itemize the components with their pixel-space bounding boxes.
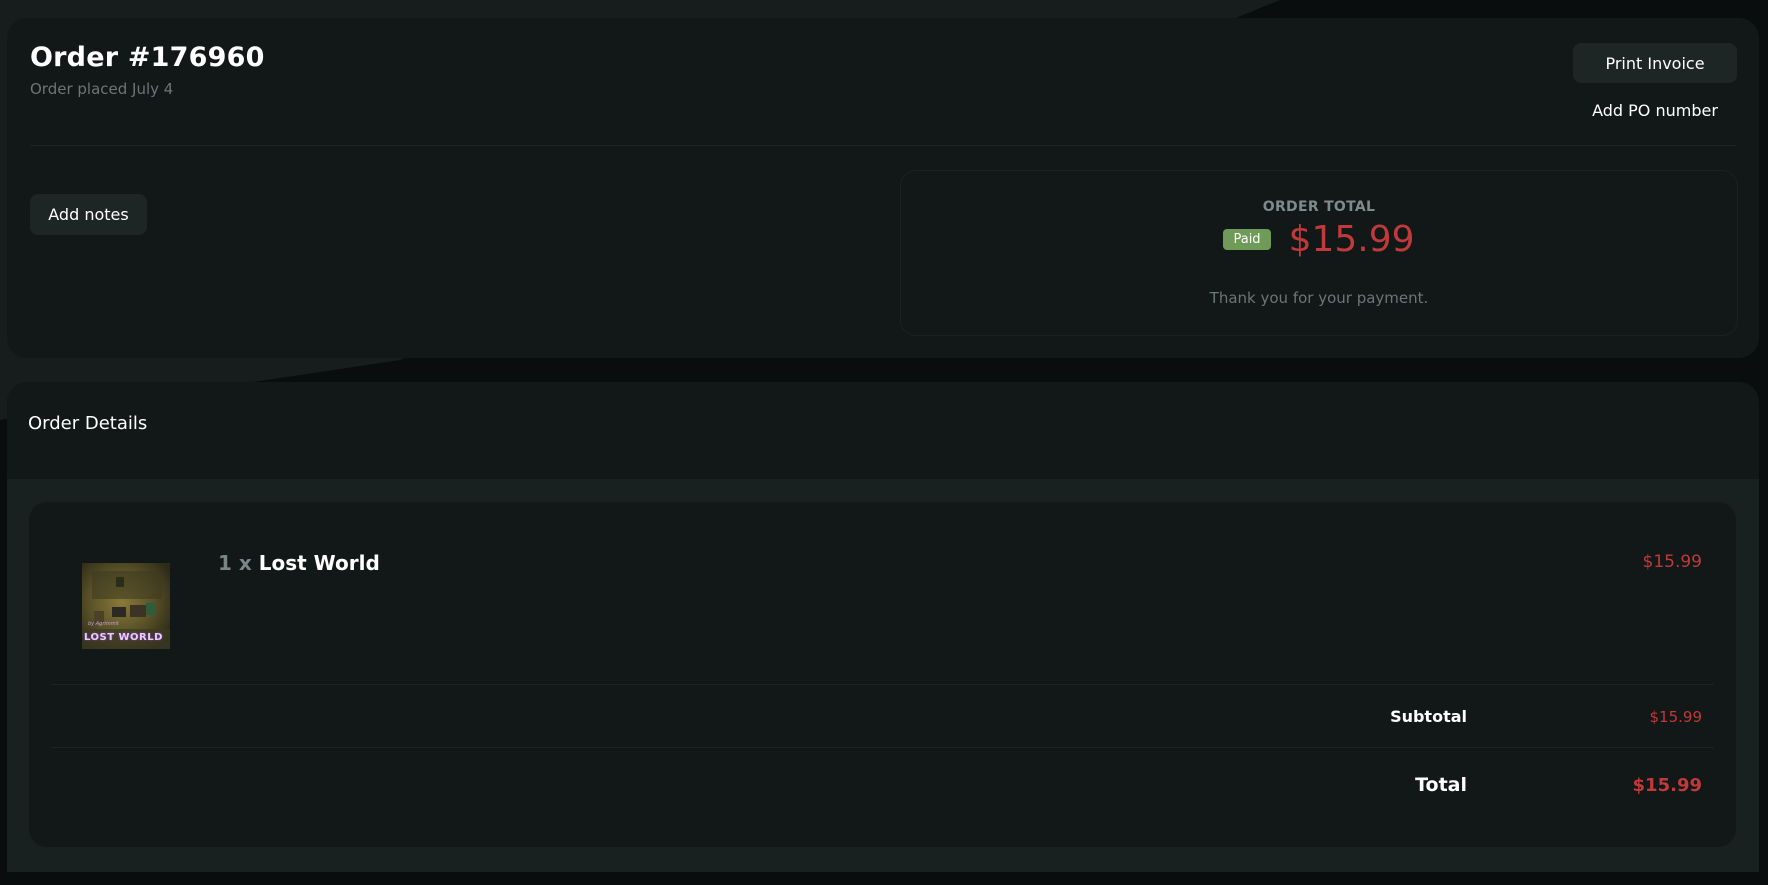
items-divider bbox=[51, 684, 1714, 685]
product-thumbnail[interactable]: by Agrimmit LOST WORLD bbox=[82, 563, 170, 649]
order-title: Order #176960 bbox=[30, 42, 265, 73]
order-header-card: Order #176960 Order placed July 4 Print … bbox=[7, 18, 1759, 358]
subtotal-label: Subtotal bbox=[1390, 707, 1467, 726]
order-total-box: ORDER TOTAL Paid $15.99 Thank you for yo… bbox=[900, 170, 1738, 336]
paid-status-badge: Paid bbox=[1223, 229, 1271, 250]
subtotal-value: $15.99 bbox=[1649, 708, 1703, 726]
order-placed-date: Order placed July 4 bbox=[30, 80, 174, 98]
print-invoice-button[interactable]: Print Invoice bbox=[1573, 43, 1737, 83]
header-divider bbox=[30, 145, 1736, 146]
product-thumbnail-title: LOST WORLD bbox=[84, 632, 163, 643]
line-item-quantity: 1 x bbox=[218, 551, 252, 575]
line-item-title: Lost World bbox=[258, 551, 380, 575]
svg-text:by Agrimmit: by Agrimmit bbox=[88, 621, 120, 627]
line-item-price: $15.99 bbox=[1642, 552, 1702, 572]
order-total-amount: $15.99 bbox=[1288, 219, 1415, 260]
order-page: Order #176960 Order placed July 4 Print … bbox=[0, 0, 1768, 885]
order-items-card: by Agrimmit LOST WORLD 1 x Lost World $1… bbox=[29, 502, 1736, 847]
order-details-card: Order Details by Agrimmit LOST WORLD 1 x… bbox=[7, 382, 1759, 872]
total-label: Total bbox=[1415, 774, 1467, 796]
add-po-number-link[interactable]: Add PO number bbox=[1573, 95, 1737, 125]
order-details-title: Order Details bbox=[28, 413, 148, 434]
total-value: $15.99 bbox=[1632, 775, 1702, 796]
line-item-name[interactable]: 1 x Lost World bbox=[218, 551, 380, 575]
payment-thanks-message: Thank you for your payment. bbox=[1209, 289, 1429, 307]
add-notes-button[interactable]: Add notes bbox=[30, 194, 147, 235]
order-total-row: Paid $15.99 bbox=[901, 219, 1737, 260]
order-total-label: ORDER TOTAL bbox=[1262, 199, 1376, 215]
subtotal-divider bbox=[51, 747, 1714, 748]
